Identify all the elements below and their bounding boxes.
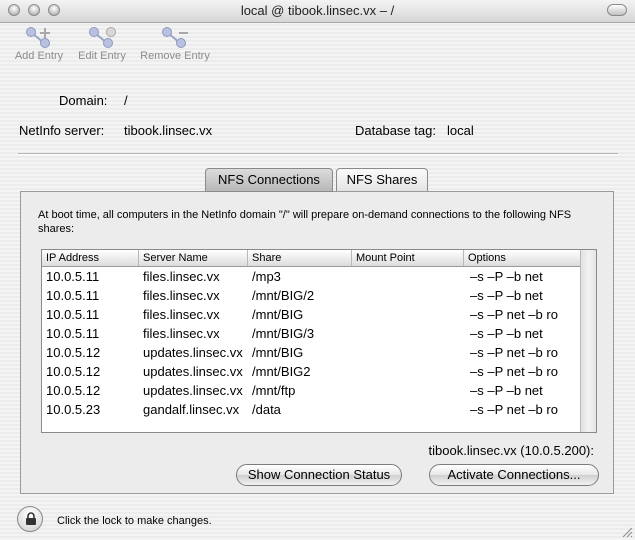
separator [18, 153, 618, 155]
cell-share: /mnt/BIG [252, 307, 304, 322]
table-row[interactable]: 10.0.5.11 files.linsec.vx /mnt/BIG –s –P… [42, 305, 580, 324]
lock-icon [26, 512, 36, 525]
table-row[interactable]: 10.0.5.12 updates.linsec.vx /mnt/BIG –s … [42, 343, 580, 362]
cell-share: /mp3 [252, 269, 281, 284]
netinfo-server-label: NetInfo server: [19, 123, 105, 138]
table-row[interactable]: 10.0.5.11 files.linsec.vx /mp3 –s –P –b … [42, 267, 580, 286]
show-connection-status-button[interactable]: Show Connection Status [236, 464, 402, 486]
activate-connections-button[interactable]: Activate Connections... [429, 464, 599, 486]
column-header-server-name[interactable]: Server Name [139, 250, 248, 266]
cell-server: updates.linsec.vx [143, 383, 243, 398]
add-entry-button[interactable]: Add Entry [10, 26, 68, 62]
cell-options: –s –P net –b ro [470, 364, 558, 379]
cell-server: files.linsec.vx [143, 326, 220, 341]
cell-ip: 10.0.5.11 [46, 269, 100, 284]
table-row[interactable]: 10.0.5.12 updates.linsec.vx /mnt/BIG2 –s… [42, 362, 580, 381]
column-header-mount-point[interactable]: Mount Point [352, 250, 464, 266]
lock-message: Click the lock to make changes. [57, 515, 212, 527]
tab-nfs-connections[interactable]: NFS Connections [205, 168, 333, 192]
cell-ip: 10.0.5.11 [46, 326, 100, 341]
cell-options: –s –P –b net [470, 288, 543, 303]
cell-server: files.linsec.vx [143, 307, 220, 322]
tab-nfs-shares[interactable]: NFS Shares [336, 168, 428, 192]
cell-mount [356, 305, 463, 324]
remove-entry-label: Remove Entry [140, 50, 210, 62]
cell-share: /mnt/BIG [252, 345, 304, 360]
resize-grip-icon[interactable] [621, 526, 633, 538]
cell-server: files.linsec.vx [143, 288, 220, 303]
cell-server: gandalf.linsec.vx [143, 402, 240, 417]
column-header-options[interactable]: Options [464, 250, 580, 266]
cell-options: –s –P net –b ro [470, 402, 558, 417]
window-title: local @ tibook.linsec.vx – / [240, 3, 395, 18]
remove-entry-button[interactable]: Remove Entry [136, 26, 214, 62]
cell-ip: 10.0.5.12 [46, 345, 101, 360]
cell-server: updates.linsec.vx [143, 345, 243, 360]
domain-value: / [124, 93, 128, 108]
column-header-ip-address[interactable]: IP Address [42, 250, 139, 266]
table-header: IP Address Server Name Share Mount Point… [42, 250, 580, 267]
table-scrollbar[interactable] [580, 250, 596, 432]
column-header-share[interactable]: Share [248, 250, 352, 266]
cell-mount [356, 286, 463, 305]
cell-options: –s –P –b net [470, 269, 543, 284]
database-tag-label: Database tag: [355, 123, 436, 138]
server-host-label: tibook.linsec.vx (10.0.5.200): [428, 443, 594, 458]
cell-share: /mnt/ftp [252, 383, 296, 398]
cell-ip: 10.0.5.11 [46, 307, 100, 322]
cell-options: –s –P –b net [470, 383, 543, 398]
cell-mount [356, 381, 463, 400]
cell-options: –s –P net –b ro [470, 307, 558, 322]
title-bar[interactable]: local @ tibook.linsec.vx – / [0, 0, 635, 23]
intro-text: At boot time, all computers in the NetIn… [38, 209, 572, 235]
add-entry-icon [26, 27, 50, 48]
cell-ip: 10.0.5.12 [46, 383, 101, 398]
cell-mount [356, 267, 463, 286]
table-row[interactable]: 10.0.5.11 files.linsec.vx /mnt/BIG/3 –s … [42, 324, 580, 343]
cell-mount [356, 400, 463, 419]
nfs-connections-table[interactable]: IP Address Server Name Share Mount Point… [41, 249, 597, 433]
table-row[interactable]: 10.0.5.12 updates.linsec.vx /mnt/ftp –s … [42, 381, 580, 400]
cell-share: /mnt/BIG2 [252, 364, 311, 379]
add-entry-label: Add Entry [14, 50, 64, 62]
table-row[interactable]: 10.0.5.23 gandalf.linsec.vx /data –s –P … [42, 400, 580, 419]
cell-share: /mnt/BIG/3 [252, 326, 315, 341]
edit-entry-button[interactable]: Edit Entry [74, 26, 130, 62]
domain-label: Domain: [59, 93, 108, 108]
toolbar-toggle-icon[interactable] [607, 4, 627, 16]
cell-mount [356, 324, 463, 343]
netinfo-server-value: tibook.linsec.vx [124, 123, 213, 138]
remove-entry-icon [162, 27, 188, 48]
database-tag-value: local [447, 123, 474, 138]
cell-ip: 10.0.5.12 [46, 364, 101, 379]
edit-entry-label: Edit Entry [78, 50, 126, 62]
cell-options: –s –P net –b ro [470, 345, 558, 360]
cell-mount [356, 343, 463, 362]
cell-server: updates.linsec.vx [143, 364, 243, 379]
table-row[interactable]: 10.0.5.11 files.linsec.vx /mnt/BIG/2 –s … [42, 286, 580, 305]
lock-button[interactable] [17, 506, 43, 532]
cell-mount [356, 362, 463, 381]
cell-server: files.linsec.vx [143, 269, 220, 284]
cell-ip: 10.0.5.11 [46, 288, 100, 303]
cell-options: –s –P –b net [470, 326, 543, 341]
cell-ip: 10.0.5.23 [46, 402, 101, 417]
cell-share: /mnt/BIG/2 [252, 288, 315, 303]
edit-entry-icon [89, 27, 116, 48]
nfs-connections-panel: At boot time, all computers in the NetIn… [20, 191, 614, 494]
window: local @ tibook.linsec.vx – / Add Entry E… [0, 0, 635, 540]
cell-share: /data [252, 402, 281, 417]
